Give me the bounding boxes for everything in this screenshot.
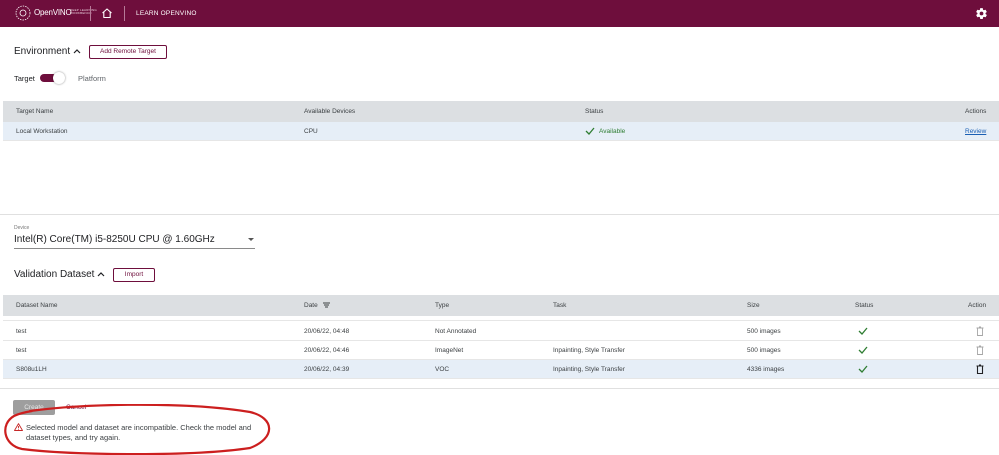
header-divider xyxy=(124,6,125,21)
column-header: Type xyxy=(435,302,450,309)
logo-text: OpenVINO xyxy=(34,8,72,17)
add-remote-target-button[interactable]: Add Remote Target xyxy=(89,45,167,59)
review-link[interactable]: Review xyxy=(965,128,986,135)
column-header: Target Name xyxy=(16,108,54,115)
table-row[interactable]: test 20/06/22, 04:46 ImageNet Inpainting… xyxy=(3,341,999,360)
environment-title: Environment xyxy=(14,46,71,57)
size-cell: 500 images xyxy=(747,328,781,335)
task-cell: Inpainting, Style Transfer xyxy=(553,347,625,354)
datasets-table-header: Dataset Name Date Type Task Size Status … xyxy=(3,295,999,316)
section-divider xyxy=(0,388,999,389)
column-header: Status xyxy=(855,302,874,309)
check-icon xyxy=(585,127,595,135)
dataset-name-cell: test xyxy=(16,347,27,354)
top-bar: OpenVINO DEEP LEARNING WORKBENCH LEARN O… xyxy=(0,0,999,27)
type-cell: Not Annotated xyxy=(435,328,477,335)
date-cell: 20/06/22, 04:46 xyxy=(304,347,350,354)
column-header: Dataset Name xyxy=(16,302,58,309)
size-cell: 4336 images xyxy=(747,366,785,373)
size-cell: 500 images xyxy=(747,347,781,354)
chevron-up-icon[interactable] xyxy=(73,48,81,54)
red-annotation-circle xyxy=(4,404,271,455)
check-icon xyxy=(858,365,868,373)
gear-icon[interactable] xyxy=(975,7,988,20)
check-icon xyxy=(858,327,868,335)
trash-icon[interactable] xyxy=(976,364,984,374)
device-label: Device xyxy=(14,225,30,231)
column-header: Status xyxy=(585,108,604,115)
import-button[interactable]: Import xyxy=(113,268,155,282)
task-cell: Inpainting, Style Transfer xyxy=(553,366,625,373)
openvino-logo-icon xyxy=(15,5,31,21)
column-header: Actions xyxy=(965,108,987,115)
dataset-name-cell: S808u1LH xyxy=(16,366,47,373)
status-cell: Available xyxy=(599,128,626,135)
column-header-date[interactable]: Date xyxy=(304,302,318,309)
table-row[interactable]: test 20/06/22, 04:48 Not Annotated 500 i… xyxy=(3,322,999,341)
home-icon[interactable] xyxy=(101,7,113,19)
toggle-knob[interactable] xyxy=(53,72,65,84)
table-row[interactable]: Local Workstation CPU Available Review xyxy=(3,122,999,141)
toggle-label-target: Target xyxy=(14,74,35,83)
chevron-up-icon[interactable] xyxy=(97,271,105,277)
dataset-name-cell: test xyxy=(16,328,27,335)
column-header: Action xyxy=(968,302,987,309)
column-header: Task xyxy=(553,302,567,309)
column-header: Available Devices xyxy=(304,108,356,115)
device-select-underline xyxy=(14,248,255,249)
toggle-label-platform: Platform xyxy=(78,74,106,83)
header-divider xyxy=(90,6,91,21)
target-name-cell: Local Workstation xyxy=(16,128,68,135)
table-row-selected[interactable]: S808u1LH 20/06/22, 04:39 VOC Inpainting,… xyxy=(3,360,999,379)
type-cell: VOC xyxy=(435,366,450,373)
validation-dataset-title: Validation Dataset xyxy=(14,269,95,280)
scrolled-row-edge xyxy=(3,316,999,321)
caret-down-icon[interactable] xyxy=(248,238,254,241)
devices-cell: CPU xyxy=(304,128,318,135)
check-icon xyxy=(858,346,868,354)
date-cell: 20/06/22, 04:39 xyxy=(304,366,350,373)
learn-openvino-link[interactable]: LEARN OPENVINO xyxy=(136,10,197,17)
trash-icon[interactable] xyxy=(976,326,984,336)
targets-table-header: Target Name Available Devices Status Act… xyxy=(3,101,999,122)
type-cell: ImageNet xyxy=(435,347,464,354)
device-select[interactable]: Intel(R) Core(TM) i5-8250U CPU @ 1.60GHz xyxy=(14,234,215,245)
sort-icon[interactable] xyxy=(323,302,330,308)
column-header: Size xyxy=(747,302,760,309)
section-divider xyxy=(0,214,999,215)
date-cell: 20/06/22, 04:48 xyxy=(304,328,350,335)
trash-icon[interactable] xyxy=(976,345,984,355)
